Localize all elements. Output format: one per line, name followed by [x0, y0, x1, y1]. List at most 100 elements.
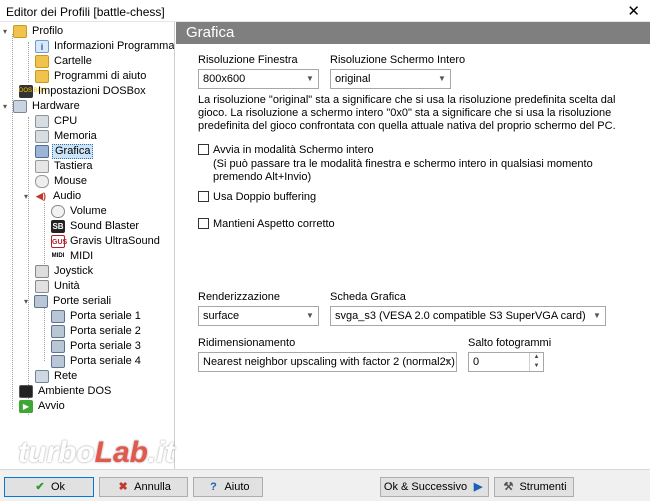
tree-item-grafica[interactable]: Grafica: [35, 144, 94, 159]
salto-fotogrammi-label: Salto fotogrammi: [468, 337, 552, 349]
ok-successivo-button[interactable]: Ok & Successivo ▶: [380, 477, 489, 497]
profile-icon: [13, 25, 27, 38]
tree-item-midi[interactable]: MIDI MIDI: [51, 249, 95, 264]
spinner-arrows-icon[interactable]: ▲ ▼: [529, 353, 543, 371]
chevron-down-icon: ▼: [438, 74, 446, 83]
bottom-button-bar: ✔ Ok ✖ Annulla ? Aiuto Ok & Successivo ▶ ⚒ St…: [0, 469, 650, 501]
serial-port-icon: [51, 310, 65, 323]
chevron-down-icon: ▼: [306, 311, 314, 320]
collapse-icon[interactable]: ▾: [24, 294, 34, 309]
tree-item-unita[interactable]: Unità: [35, 279, 82, 294]
network-icon: [35, 370, 49, 383]
checkbox-icon: [198, 191, 209, 202]
folder-icon: [35, 55, 49, 68]
chevron-down-icon: ▼: [306, 74, 314, 83]
panel-title: Grafica: [186, 24, 235, 41]
tree-item-porte-seriali[interactable]: ▾ Porte seriali: [24, 294, 113, 309]
mouse-icon: [35, 175, 49, 188]
panel-header: Grafica: [176, 22, 650, 44]
risoluzione-schermo-select[interactable]: original ▼: [330, 69, 451, 89]
tree-item-porta1[interactable]: Porta seriale 1: [51, 309, 143, 324]
ridimensionamento-label: Ridimensionamento: [198, 337, 296, 349]
resolution-description: La risoluzione "original" sta a signific…: [198, 94, 616, 132]
tree-item-joystick[interactable]: Joystick: [35, 264, 95, 279]
collapse-icon[interactable]: ▾: [3, 24, 13, 39]
risoluzione-finestra-select[interactable]: 800x600 ▼: [198, 69, 319, 89]
tree-item-programmi-aiuto[interactable]: Programmi di aiuto: [35, 69, 148, 84]
tree-item-rete[interactable]: Rete: [35, 369, 79, 384]
renderizzazione-label: Renderizzazione: [198, 291, 280, 303]
title-bar: Editor dei Profili [battle-chess] ✕: [0, 0, 650, 22]
turbolab-watermark: turboLab.it: [18, 436, 175, 469]
monitor-icon: [35, 145, 49, 158]
aspetto-corretto-checkbox[interactable]: Mantieni Aspetto corretto: [198, 218, 335, 230]
start-icon: ▶: [19, 400, 33, 413]
arrow-right-icon: ▶: [473, 481, 483, 493]
risoluzione-schermo-label: Risoluzione Schermo Intero: [330, 54, 466, 66]
close-icon[interactable]: ✕: [627, 2, 640, 20]
tree-item-ambiente-dos[interactable]: Ambiente DOS: [19, 384, 113, 399]
cancel-x-icon: ✖: [118, 481, 128, 493]
tree-item-porta2[interactable]: Porta seriale 2: [51, 324, 143, 339]
tree-item-avvio[interactable]: ▶ Avvio: [19, 399, 67, 414]
grafica-panel: Grafica Risoluzione Finestra 800x600 ▼ R…: [176, 22, 650, 469]
volume-icon: [51, 205, 65, 218]
tree-item-porta3[interactable]: Porta seriale 3: [51, 339, 143, 354]
helper-programs-icon: [35, 70, 49, 83]
chevron-down-icon: ▼: [593, 311, 601, 320]
doppio-buffering-checkbox[interactable]: Usa Doppio buffering: [198, 191, 316, 203]
tree-item-profilo[interactable]: ▾ Profilo: [3, 24, 65, 39]
serial-port-icon: [51, 325, 65, 338]
ok-button[interactable]: ✔ Ok: [4, 477, 94, 497]
profile-tree[interactable]: ▾ Profilo i Informazioni Programma Cartell…: [0, 22, 175, 469]
chevron-down-icon: ▼: [444, 357, 452, 366]
tools-icon: ⚒: [503, 481, 514, 493]
tree-item-hardware[interactable]: ▾ Hardware: [3, 99, 82, 114]
tree-item-informazioni[interactable]: i Informazioni Programma: [35, 39, 174, 54]
keyboard-icon: [35, 160, 49, 173]
renderizzazione-select[interactable]: surface ▼: [198, 306, 319, 326]
cpu-icon: [35, 115, 49, 128]
strumenti-button[interactable]: ⚒ Strumenti: [494, 477, 574, 497]
collapse-icon[interactable]: ▾: [24, 189, 34, 204]
avvia-schermo-intero-note: (Si può passare tra le modalità finestra…: [213, 158, 593, 183]
gravis-icon: GUS: [51, 235, 67, 248]
tree-item-gravis[interactable]: GUS Gravis UltraSound: [51, 234, 162, 249]
checkmark-icon: ✔: [35, 481, 45, 493]
computer-icon: [13, 100, 27, 113]
tree-item-mouse[interactable]: Mouse: [35, 174, 89, 189]
dosbox-icon: DOS BOX: [19, 85, 46, 98]
tree-item-memoria[interactable]: Memoria: [35, 129, 99, 144]
tree-item-impostazioni-dosbox[interactable]: DOS BOXImpostazioni DOSBox: [19, 84, 148, 99]
serial-ports-icon: [34, 295, 48, 308]
drive-icon: [35, 280, 49, 293]
tree-connector: [12, 34, 13, 409]
checkbox-icon: [198, 144, 209, 155]
salto-fotogrammi-spinner[interactable]: 0 ▲ ▼: [468, 352, 544, 372]
window-title: Editor dei Profili [battle-chess]: [6, 5, 165, 19]
serial-port-icon: [51, 340, 65, 353]
annulla-button[interactable]: ✖ Annulla: [99, 477, 188, 497]
tree-item-sound-blaster[interactable]: SB Sound Blaster: [51, 219, 141, 234]
tree-item-volume[interactable]: Volume: [51, 204, 109, 219]
tree-connector: [44, 199, 45, 264]
collapse-icon[interactable]: ▾: [3, 99, 13, 114]
dos-environment-icon: [19, 385, 33, 398]
tree-item-cpu[interactable]: CPU: [35, 114, 79, 129]
avvia-schermo-intero-checkbox[interactable]: Avvia in modalità Schermo intero: [198, 144, 374, 156]
midi-icon: MIDI: [51, 250, 65, 263]
help-question-icon: ?: [210, 481, 217, 493]
sound-blaster-icon: SB: [51, 220, 65, 233]
tree-connector: [28, 117, 29, 415]
ridimensionamento-select[interactable]: Nearest neighbor upscaling with factor 2…: [198, 352, 457, 372]
tree-connector: [28, 42, 29, 82]
tree-item-porta4[interactable]: Porta seriale 4: [51, 354, 143, 369]
tree-item-audio[interactable]: ▾ ◀) Audio: [24, 189, 83, 204]
tree-item-cartelle[interactable]: Cartelle: [35, 54, 94, 69]
joystick-icon: [35, 265, 49, 278]
tree-item-tastiera[interactable]: Tastiera: [35, 159, 95, 174]
scheda-grafica-select[interactable]: svga_s3 (VESA 2.0 compatible S3 SuperVGA…: [330, 306, 606, 326]
aiuto-button[interactable]: ? Aiuto: [193, 477, 263, 497]
speaker-icon: ◀): [34, 190, 48, 203]
scheda-grafica-label: Scheda Grafica: [330, 291, 406, 303]
